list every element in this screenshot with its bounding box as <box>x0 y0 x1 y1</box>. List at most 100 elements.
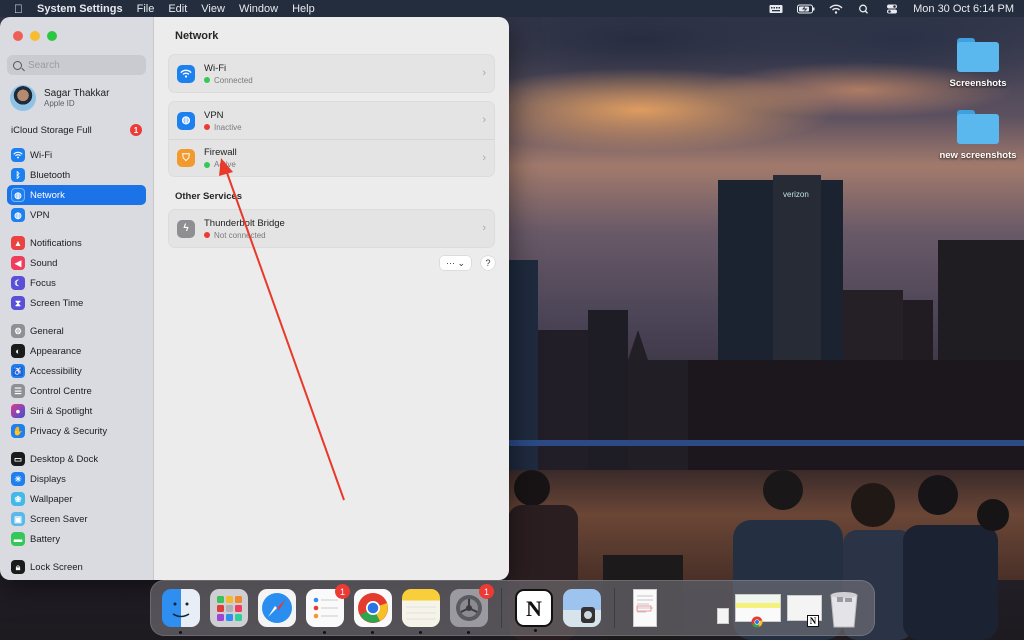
reminders-window-thumbnail[interactable] <box>717 608 729 624</box>
menu-edit[interactable]: Edit <box>168 3 187 15</box>
menu-view[interactable]: View <box>201 3 225 15</box>
sidebar-item-desktop-dock[interactable]: ▭ Desktop & Dock <box>7 449 146 469</box>
svg-text:N: N <box>526 596 542 621</box>
avatar <box>10 85 36 111</box>
profile-name: Sagar Thakkar <box>44 88 110 99</box>
network-pane: Network Wi-Fi Connected › ◍ VPN Inactive… <box>154 17 509 580</box>
sidebar-item-notifications[interactable]: ▲ Notifications <box>7 233 146 253</box>
control-centre-icon[interactable] <box>885 4 899 14</box>
sidebar-item-label: Bluetooth <box>30 169 71 181</box>
battery-icon: ▬ <box>11 532 25 546</box>
sidebar-item-network[interactable]: ◍ Network <box>7 185 146 205</box>
dock-chrome[interactable] <box>354 589 392 634</box>
service-title: Thunderbolt Bridge <box>204 217 285 229</box>
sidebar-item-label: Siri & Spotlight <box>30 405 93 417</box>
sidebar-group-notifications: ▲ Notifications ◀ Sound ☾ Focus ⧗ Screen… <box>7 233 146 313</box>
menu-clock[interactable]: Mon 30 Oct 6:14 PM <box>913 3 1014 15</box>
folder-icon <box>957 38 999 72</box>
service-row-thunderbolt-bridge[interactable]: ϟ Thunderbolt Bridge Not connected › <box>169 210 494 247</box>
sidebar-item-lock-screen[interactable]: 🔒︎ Lock Screen <box>7 557 146 577</box>
service-title: VPN <box>204 109 224 121</box>
switches-icon: ☰ <box>11 384 25 398</box>
apple-id-profile[interactable]: Sagar Thakkar Apple ID <box>7 85 146 111</box>
notes-icon <box>406 606 436 620</box>
icloud-storage-alert[interactable]: iCloud Storage Full 1 <box>7 123 146 137</box>
dock-preview[interactable] <box>562 589 601 627</box>
sidebar-item-privacy-security[interactable]: ✋ Privacy & Security <box>7 421 146 441</box>
menu-window[interactable]: Window <box>239 3 278 15</box>
sidebar-group-general: ⚙ General ◐ Appearance ♿ Accessibility ☰… <box>7 321 146 441</box>
apple-logo-icon[interactable]:  <box>14 2 23 16</box>
minimize-button[interactable] <box>30 31 40 41</box>
sidebar-group-desktop: ▭ Desktop & Dock ☀ Displays ❀ Wallpaper … <box>7 449 146 549</box>
spotlight-search-icon[interactable] <box>857 4 871 14</box>
sidebar-item-label: Privacy & Security <box>30 425 108 437</box>
dock-recent-document[interactable] <box>632 589 657 627</box>
sidebar-item-siri-spotlight[interactable]: ● Siri & Spotlight <box>7 401 146 421</box>
sidebar-item-battery[interactable]: ▬ Battery <box>7 529 146 549</box>
sidebar-item-control-centre[interactable]: ☰ Control Centre <box>7 381 146 401</box>
menu-app-name[interactable]: System Settings <box>37 3 123 15</box>
notion-window-thumbnail[interactable]: N <box>786 595 822 627</box>
sidebar-item-general[interactable]: ⚙ General <box>7 321 146 341</box>
zoom-button[interactable] <box>47 31 57 41</box>
sidebar-item-screen-saver[interactable]: ▣ Screen Saver <box>7 509 146 529</box>
hand-icon: ✋ <box>11 424 25 438</box>
dock-launchpad[interactable] <box>210 589 248 627</box>
sidebar-item-appearance[interactable]: ◐ Appearance <box>7 341 146 361</box>
dock-system-settings[interactable]: 1 <box>450 584 494 634</box>
sidebar-group-connectivity: Wi-Fi ᛒ Bluetooth ◍ Network ◍ VPN <box>7 145 146 225</box>
chrome-window-thumbnail[interactable] <box>734 594 781 628</box>
search-icon <box>13 60 22 70</box>
notification-badge: 1 <box>130 124 142 136</box>
safari-compass-icon <box>262 593 292 623</box>
menu-file[interactable]: File <box>137 3 155 15</box>
sidebar-item-label: Desktop & Dock <box>30 453 99 465</box>
sidebar-item-sound[interactable]: ◀ Sound <box>7 253 146 273</box>
sidebar-item-focus[interactable]: ☾ Focus <box>7 273 146 293</box>
moon-icon: ☾ <box>11 276 25 290</box>
help-button[interactable]: ? <box>481 256 495 270</box>
desktop-folder-new-screenshots[interactable]: new screenshots <box>923 110 1024 161</box>
system-settings-window: Search Sagar Thakkar Apple ID iCloud Sto… <box>0 17 509 580</box>
dock-icon: ▭ <box>11 452 25 466</box>
service-row-wifi[interactable]: Wi-Fi Connected › <box>169 55 494 92</box>
appearance-icon: ◐ <box>11 344 25 358</box>
status-dot-green <box>204 161 210 168</box>
sidebar-item-wallpaper[interactable]: ❀ Wallpaper <box>7 489 146 509</box>
search-input[interactable]: Search <box>7 55 146 75</box>
service-row-vpn[interactable]: ◍ VPN Inactive › <box>169 102 494 139</box>
sidebar-item-screen-time[interactable]: ⧗ Screen Time <box>7 293 146 313</box>
dock-trash[interactable] <box>825 589 863 628</box>
sidebar-item-label: Lock Screen <box>30 561 83 573</box>
desktop-folder-screenshots[interactable]: Screenshots <box>923 38 1024 89</box>
dock-safari[interactable] <box>258 589 296 627</box>
dock-separator <box>501 588 502 628</box>
dock-reminders[interactable]: 1 <box>306 584 350 634</box>
wifi-icon[interactable] <box>829 4 843 14</box>
dock-notes[interactable] <box>402 589 440 634</box>
card-vpn-firewall: ◍ VPN Inactive › ⛉ Firewall Active › <box>168 101 495 177</box>
chrome-icon <box>751 616 763 628</box>
dock-finder[interactable] <box>162 589 200 634</box>
sidebar-item-displays[interactable]: ☀ Displays <box>7 469 146 489</box>
more-actions-button[interactable]: ··· ⌄ <box>440 256 471 270</box>
chevron-right-icon: › <box>482 114 486 126</box>
service-row-firewall[interactable]: ⛉ Firewall Active › <box>169 139 494 176</box>
dock-notion[interactable]: N <box>514 589 553 632</box>
sidebar-item-vpn[interactable]: ◍ VPN <box>7 205 146 225</box>
icloud-storage-label: iCloud Storage Full <box>11 124 92 136</box>
sidebar-item-label: General <box>30 325 64 337</box>
sidebar-item-label: Screen Saver <box>30 513 88 525</box>
accessibility-icon: ♿ <box>11 364 25 378</box>
sidebar-item-wifi[interactable]: Wi-Fi <box>7 145 146 165</box>
battery-charging-icon[interactable] <box>797 4 815 14</box>
close-button[interactable] <box>13 31 23 41</box>
sidebar-item-label: Appearance <box>30 345 82 357</box>
gear-icon: ⚙ <box>11 324 25 338</box>
sidebar-item-bluetooth[interactable]: ᛒ Bluetooth <box>7 165 146 185</box>
sidebar-item-accessibility[interactable]: ♿ Accessibility <box>7 361 146 381</box>
menu-help[interactable]: Help <box>292 3 315 15</box>
keyboard-icon[interactable] <box>769 4 783 14</box>
sidebar-item-label: Wallpaper <box>30 493 73 505</box>
